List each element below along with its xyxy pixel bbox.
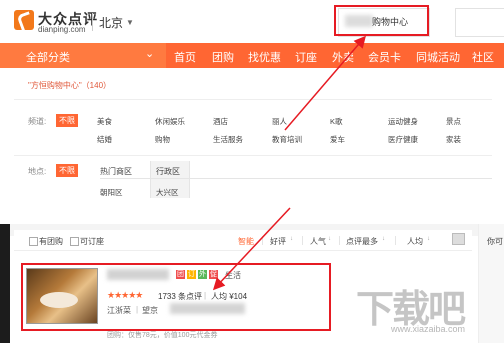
watermark-url: www.xiazaiba.com <box>391 324 466 334</box>
arrow-to-shop <box>212 207 291 291</box>
arrow-to-search <box>284 35 366 131</box>
